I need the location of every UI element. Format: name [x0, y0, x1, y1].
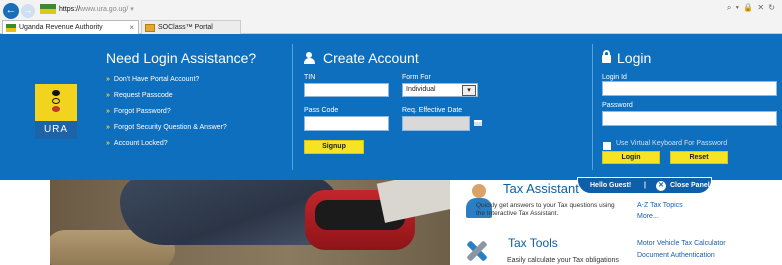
pass-code-input[interactable]	[304, 116, 389, 131]
create-account-title: Create Account	[304, 50, 419, 66]
form-for-label: Form For	[402, 74, 431, 81]
logo-emblem-icon	[52, 90, 60, 114]
tin-label: TIN	[304, 74, 316, 81]
more-link[interactable]: More...	[637, 213, 659, 220]
chevron-down-icon[interactable]: ▾	[462, 85, 476, 96]
soclass-favicon-icon	[145, 24, 155, 32]
az-tax-topics-link[interactable]: A-Z Tax Topics	[637, 202, 683, 209]
url-host: www.ura.go.ug/	[80, 6, 129, 13]
url-dropdown-icon[interactable]: ▾	[130, 6, 134, 13]
ura-logo[interactable]: URA	[35, 84, 77, 139]
chevron-right-icon: »	[106, 108, 110, 115]
login-button[interactable]: Login	[602, 151, 660, 164]
link-no-portal-account[interactable]: » Don't Have Portal Account?	[106, 74, 227, 87]
chevron-right-icon: »	[106, 124, 110, 131]
lock-icon	[602, 50, 611, 63]
link-account-locked[interactable]: » Account Locked?	[106, 138, 227, 151]
link-forgot-password[interactable]: » Forgot Password?	[106, 106, 227, 119]
ura-favicon-icon	[6, 24, 16, 32]
chevron-right-icon: »	[106, 92, 110, 99]
link-request-passcode[interactable]: » Request Passcode	[106, 90, 227, 103]
tab-close-icon[interactable]: ×	[129, 21, 134, 34]
login-id-input[interactable]	[602, 81, 777, 96]
user-icon	[304, 52, 318, 64]
chevron-right-icon: »	[106, 140, 110, 147]
url-protocol: https://	[59, 6, 81, 13]
greeting-text: Hello Guest!	[590, 182, 632, 189]
tab-soclass-portal[interactable]: SOClass™ Portal	[141, 20, 241, 34]
section-divider	[592, 44, 593, 170]
calendar-icon[interactable]	[474, 120, 482, 126]
tab-strip: Uganda Revenue Authority × SOClass™ Port…	[0, 20, 782, 34]
motor-vehicle-tax-calculator-link[interactable]: Motor Vehicle Tax Calculator	[637, 240, 726, 247]
tab-label: Uganda Revenue Authority	[19, 24, 103, 31]
close-panel-button[interactable]: Close Panel	[670, 178, 710, 193]
tab-uganda-revenue-authority[interactable]: Uganda Revenue Authority ×	[2, 20, 139, 34]
hero-photo	[50, 180, 450, 265]
site-lock-icon	[40, 4, 56, 15]
address-bar[interactable]: https://www.ura.go.ug/▾	[40, 3, 240, 17]
hello-guest-panel: Hello Guest! | ✕ Close Panel	[577, 177, 712, 194]
logo-text: URA	[35, 121, 77, 139]
browser-toolbar-icons[interactable]: ⌕ ▾ 🔒 ✕ ↻	[727, 3, 776, 13]
tax-assistant-description: Quickly get answers to your Tax question…	[476, 202, 615, 217]
panel-separator: |	[644, 182, 646, 189]
close-icon[interactable]: ✕	[656, 181, 666, 191]
tax-assistant-title[interactable]: Tax Assistant	[503, 181, 579, 196]
chevron-right-icon: »	[106, 76, 110, 83]
back-button[interactable]: ←	[3, 3, 19, 19]
tab-label: SOClass™ Portal	[158, 24, 213, 31]
forward-button[interactable]: →	[21, 4, 35, 18]
browser-chrome: ← → https://www.ura.go.ug/▾ ⌕ ▾ 🔒 ✕ ↻ Ug…	[0, 0, 782, 34]
assistance-links: » Don't Have Portal Account? » Request Pas…	[106, 74, 227, 154]
form-for-select[interactable]: Individual ▾	[402, 83, 478, 97]
password-input[interactable]	[602, 111, 777, 126]
tax-tools-description: Easily calculate your Tax obligations	[507, 257, 619, 264]
req-effective-date-label: Req. Effective Date	[402, 107, 463, 114]
document-authentication-link[interactable]: Document Authentication	[637, 252, 715, 259]
req-effective-date-input[interactable]	[402, 116, 470, 131]
tools-icon	[461, 236, 491, 265]
pass-code-label: Pass Code	[304, 107, 339, 114]
login-title: Login	[602, 50, 651, 66]
login-banner: URA Need Login Assistance? » Don't Have P…	[0, 34, 782, 180]
tin-input[interactable]	[304, 83, 389, 97]
tax-tools-title[interactable]: Tax Tools	[508, 236, 558, 250]
reset-button[interactable]: Reset	[670, 151, 728, 164]
link-forgot-security-question[interactable]: » Forgot Security Question & Answer?	[106, 122, 227, 135]
login-id-label: Login Id	[602, 74, 627, 81]
virtual-keyboard-checkbox[interactable]	[603, 142, 611, 150]
password-label: Password	[602, 102, 633, 109]
assistance-title: Need Login Assistance?	[106, 50, 257, 66]
virtual-keyboard-label: Use Virtual Keyboard For Password	[616, 140, 728, 147]
signup-button[interactable]: Signup	[304, 140, 364, 154]
section-divider	[292, 44, 293, 170]
